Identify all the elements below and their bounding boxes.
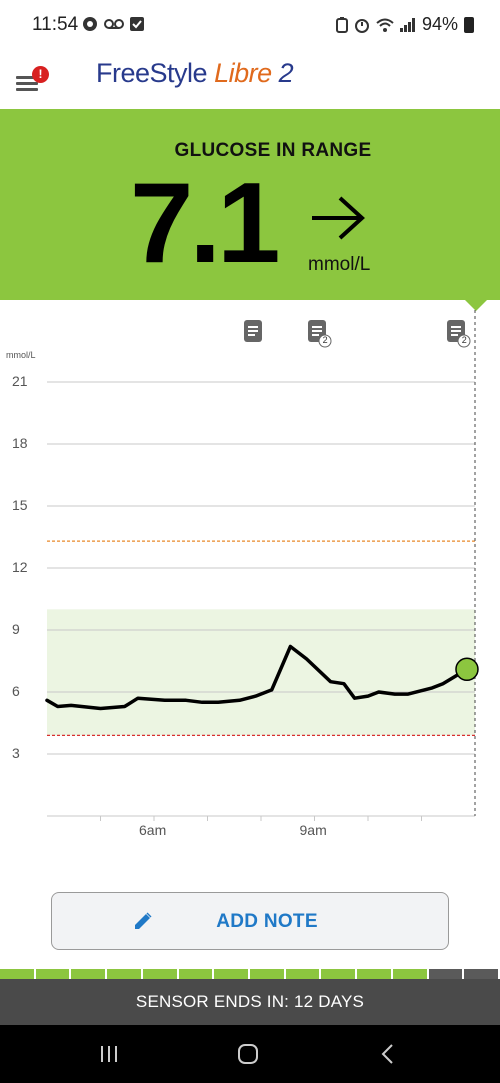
note-marker-icon[interactable]: 2 (308, 320, 334, 350)
sensor-footer: SENSOR ENDS IN: 12 DAYS (0, 979, 500, 1025)
sensor-day-segment (178, 969, 215, 979)
back-icon[interactable] (373, 1041, 403, 1067)
y-tick-label: 6 (12, 683, 20, 699)
recent-apps-icon[interactable] (94, 1041, 124, 1067)
wifi-icon (376, 18, 394, 32)
y-tick-label: 18 (12, 435, 28, 451)
sensor-life-bar (0, 969, 500, 979)
current-glucose-point (455, 657, 479, 682)
sensor-day-segment (285, 969, 322, 979)
y-tick-label: 15 (12, 497, 28, 513)
battery-saver-icon (335, 16, 348, 33)
alarm-icon (354, 18, 369, 33)
x-tick-label: 9am (299, 822, 327, 838)
sensor-day-segment (107, 969, 143, 979)
status-time: 11:54 (32, 14, 79, 35)
note-count-label: 2 (461, 335, 467, 345)
y-tick-label: 21 (12, 373, 28, 389)
sensor-day-segment (250, 969, 286, 979)
note-marker-icon[interactable] (243, 320, 270, 350)
glucose-unit: mmol/L (308, 254, 371, 275)
target-range-band (47, 609, 475, 736)
voicemail-icon (104, 19, 124, 29)
glucose-banner: GLUCOSE IN RANGE 7.1 mmol/L (0, 109, 500, 300)
sensor-ends-text: SENSOR ENDS IN: 12 DAYS (135, 992, 365, 1011)
battery-percent: 94% (421, 14, 458, 34)
y-tick-label: 9 (12, 621, 20, 637)
menu-button[interactable]: ! (16, 66, 52, 96)
sensor-day-segment (357, 969, 393, 979)
y-axis-unit: mmol/L (6, 350, 36, 360)
system-nav-bar (0, 1025, 500, 1083)
add-note-button[interactable]: ADD NOTE (51, 892, 449, 950)
glucose-chart-svg (45, 310, 479, 821)
trend-arrow-right-icon (312, 196, 365, 240)
glucose-chart: mmol/L 21 18 15 12 9 6 3 6am 9am 2 2 (0, 300, 500, 860)
x-tick-label: 6am (139, 822, 167, 838)
sensor-day-segment (35, 969, 72, 979)
home-icon[interactable] (233, 1041, 263, 1067)
glucose-status-title: GLUCOSE IN RANGE (174, 140, 372, 161)
sensor-day-segment (464, 969, 500, 979)
signal-icon (399, 17, 415, 32)
note-count-label: 2 (322, 335, 328, 345)
whatsapp-icon (83, 17, 97, 31)
y-tick-label: 3 (12, 745, 20, 761)
battery-icon (464, 16, 474, 33)
sensor-day-segment (142, 969, 179, 979)
app-logo: FreeStyle Libre 2 (96, 58, 294, 88)
sensor-day-segment (392, 969, 429, 979)
sensor-day-segment (71, 969, 108, 979)
sensor-day-segment (0, 969, 36, 979)
note-marker-icon[interactable]: 2 (447, 320, 473, 350)
alert-badge-icon: ! (32, 66, 49, 83)
sensor-day-segment (214, 969, 251, 979)
app-bar: ! FreeStyle Libre 2 (0, 48, 500, 109)
sensor-day-segment (428, 969, 465, 979)
check-box-icon (130, 17, 144, 31)
status-bar: 11:54 94% (0, 0, 500, 48)
y-tick-label: 12 (12, 559, 28, 575)
sensor-day-segment (321, 969, 358, 979)
add-note-label: ADD NOTE (216, 911, 318, 932)
glucose-value: 7.1 (130, 160, 280, 287)
